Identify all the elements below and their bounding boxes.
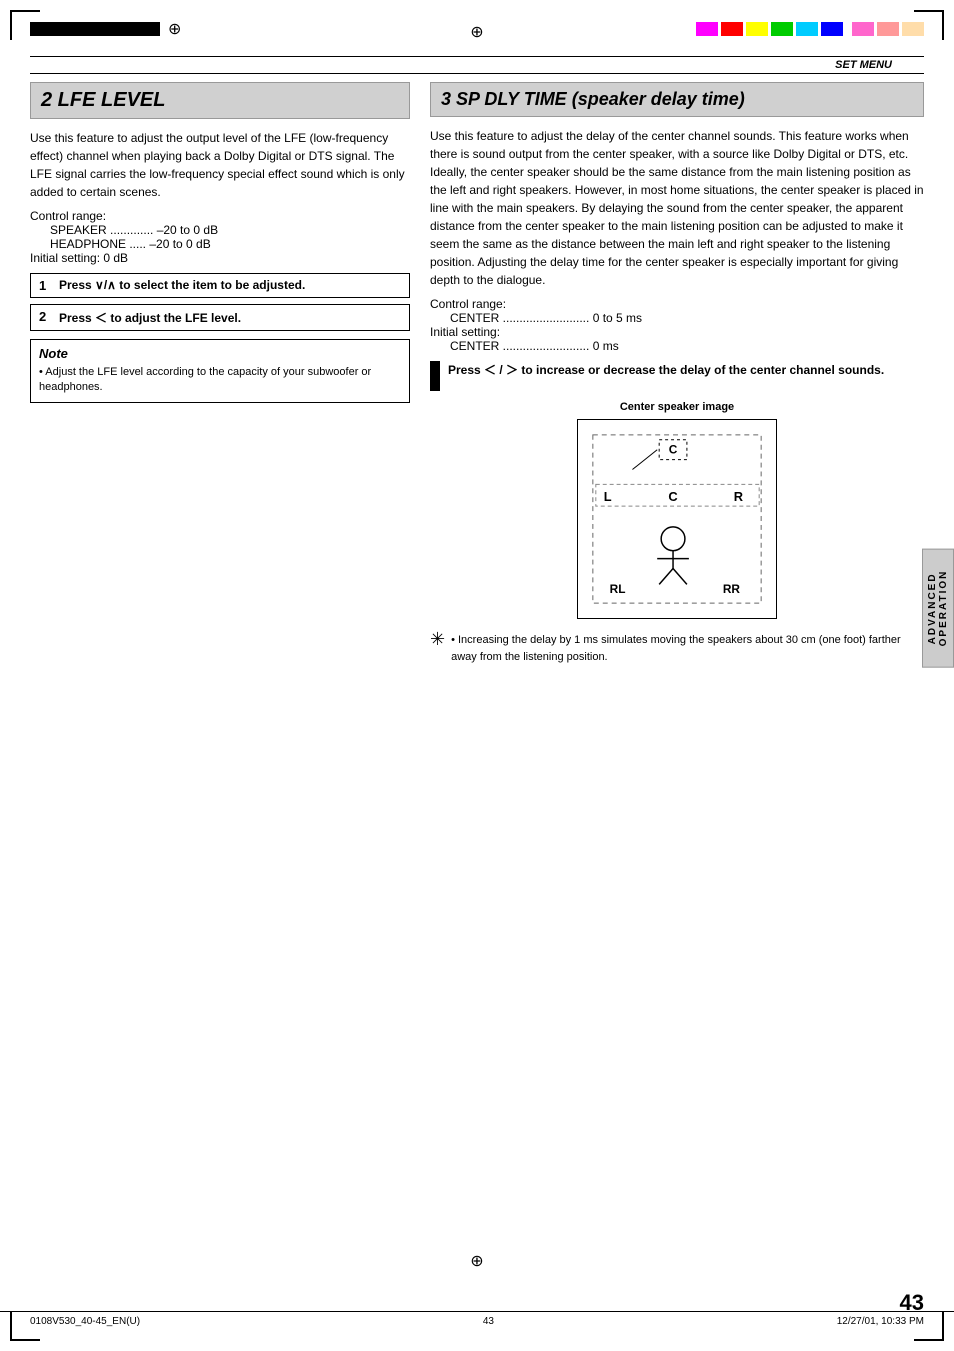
footer-right: 12/27/01, 10:33 PM bbox=[837, 1316, 924, 1327]
section2-control-range: Control range: SPEAKER ............. –20… bbox=[30, 209, 410, 265]
section3-control-range-label: Control range: bbox=[430, 297, 506, 311]
step1-box: 1 Press ∨/∧ to select the item to be adj… bbox=[30, 273, 410, 298]
color-bar-blue bbox=[821, 22, 843, 36]
color-bar-yellow bbox=[746, 22, 768, 36]
section2-initial-setting: Initial setting: 0 dB bbox=[30, 251, 128, 265]
section3-body1: Use this feature to adjust the delay of … bbox=[430, 127, 924, 289]
corner-mark-tr bbox=[914, 10, 944, 40]
color-bar-magenta bbox=[696, 22, 718, 36]
svg-text:R: R bbox=[734, 489, 744, 504]
section2-control-range-label: Control range: bbox=[30, 209, 106, 223]
corner-mark-tl bbox=[10, 10, 40, 40]
svg-text:C: C bbox=[669, 443, 678, 457]
header-left: ⊕ bbox=[30, 19, 181, 39]
color-bar-pink2 bbox=[877, 22, 899, 36]
speaker-image-label: Center speaker image bbox=[430, 401, 924, 413]
step2-box: 2 Press ＜ to adjust the LFE level. bbox=[30, 304, 410, 331]
svg-text:C: C bbox=[668, 489, 677, 504]
main-content: 2 LFE LEVEL Use this feature to adjust t… bbox=[0, 82, 954, 665]
section2-headphone-range: HEADPHONE ..... –20 to 0 dB bbox=[50, 237, 211, 251]
section2-title: 2 LFE LEVEL bbox=[41, 89, 165, 111]
side-tab-text: ADVANCED OPERATION bbox=[927, 570, 949, 647]
step2-text: Press ＜ to adjust the LFE level. bbox=[59, 309, 241, 326]
page-wrapper: ⊕ SET MENU 2 LFE LEVEL Use this feature … bbox=[0, 0, 954, 1351]
press-block-marker bbox=[430, 361, 440, 391]
crosshair-center: ⊕ bbox=[168, 19, 181, 39]
press-instruction: Press ＜ / ＞ to increase or decrease the … bbox=[430, 361, 924, 391]
color-bar-green bbox=[771, 22, 793, 36]
section2-column: 2 LFE LEVEL Use this feature to adjust t… bbox=[30, 82, 410, 665]
color-bar-red bbox=[721, 22, 743, 36]
bar-gap bbox=[846, 22, 849, 36]
section2-speaker-range: SPEAKER ............. –20 to 0 dB bbox=[50, 223, 218, 237]
section3-title: 3 SP DLY TIME (speaker delay time) bbox=[441, 89, 745, 109]
top-crosshair: ⊕ bbox=[470, 22, 483, 42]
svg-text:RL: RL bbox=[610, 582, 626, 596]
section3-center-range: CENTER .......................... 0 to 5… bbox=[450, 311, 642, 325]
section2-body1: Use this feature to adjust the output le… bbox=[30, 129, 410, 201]
color-bar-cyan bbox=[796, 22, 818, 36]
color-bar-pink1 bbox=[852, 22, 874, 36]
svg-text:RR: RR bbox=[723, 582, 741, 596]
side-tab-line1: ADVANCED bbox=[927, 572, 938, 644]
note-title: Note bbox=[39, 346, 401, 361]
header-right bbox=[696, 22, 924, 36]
note-box: Note • Adjust the LFE level according to… bbox=[30, 339, 410, 403]
set-menu-bar: SET MENU bbox=[30, 56, 924, 74]
svg-text:L: L bbox=[604, 489, 612, 504]
section3-center-initial: CENTER .......................... 0 ms bbox=[450, 339, 619, 353]
section3-column: 3 SP DLY TIME (speaker delay time) Use t… bbox=[430, 82, 924, 665]
bottom-crosshair: ⊕ bbox=[470, 1251, 483, 1271]
side-tab: ADVANCED OPERATION bbox=[922, 549, 954, 668]
section3-control-range: Control range: CENTER ..................… bbox=[430, 297, 924, 353]
section2-header: 2 LFE LEVEL bbox=[30, 82, 410, 119]
footer-left: 0108V530_40-45_EN(U) bbox=[30, 1316, 140, 1327]
left-black-bar bbox=[30, 22, 160, 36]
set-menu-label: SET MENU bbox=[835, 59, 892, 71]
tip-icon: ✳ bbox=[430, 630, 445, 648]
tip-section: ✳ • Increasing the delay by 1 ms simulat… bbox=[430, 632, 924, 665]
side-tab-line2: OPERATION bbox=[938, 570, 949, 647]
page-footer: 0108V530_40-45_EN(U) 43 12/27/01, 10:33 … bbox=[0, 1311, 954, 1331]
section3-header: 3 SP DLY TIME (speaker delay time) bbox=[430, 82, 924, 117]
section3-initial-setting-label: Initial setting: bbox=[430, 325, 500, 339]
footer-center: 43 bbox=[483, 1316, 494, 1327]
step1-number: 1 bbox=[39, 278, 55, 293]
step1-text: Press ∨/∧ to select the item to be adjus… bbox=[59, 278, 305, 292]
step2-number: 2 bbox=[39, 309, 55, 324]
note-text: • Adjust the LFE level according to the … bbox=[39, 365, 401, 396]
speaker-image-container: Center speaker image C L C bbox=[430, 401, 924, 622]
press-text: Press ＜ / ＞ to increase or decrease the … bbox=[448, 361, 884, 379]
tip-text: • Increasing the delay by 1 ms simulates… bbox=[451, 632, 924, 665]
speaker-diagram-svg: C L C R bbox=[577, 419, 777, 619]
